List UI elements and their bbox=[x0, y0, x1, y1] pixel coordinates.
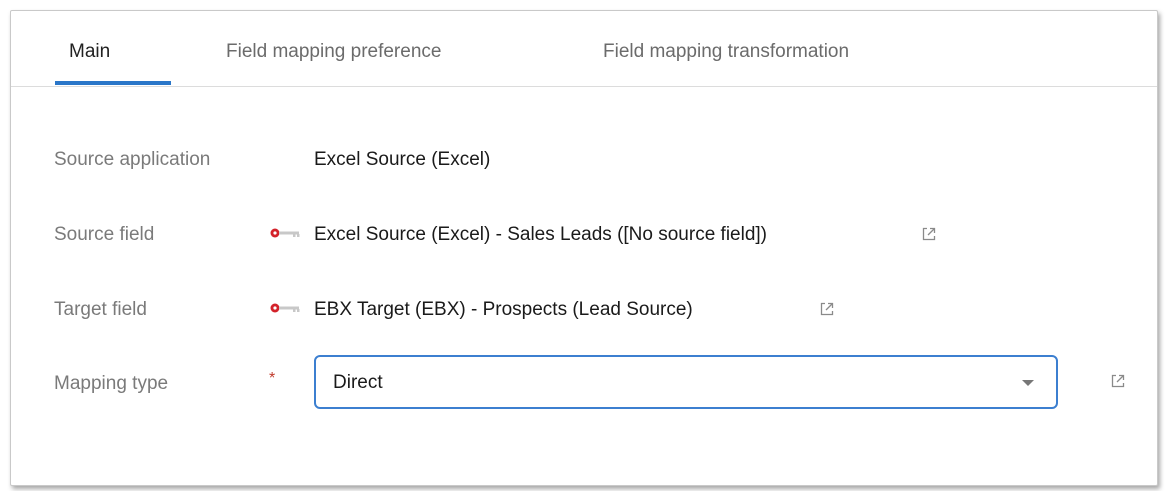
tab-bar: Main Field mapping preference Field mapp… bbox=[11, 11, 1157, 87]
tab-field-mapping-transformation[interactable]: Field mapping transformation bbox=[603, 41, 849, 63]
source-field-value: Excel Source (Excel) - Sales Leads ([No … bbox=[314, 224, 768, 245]
tab-field-mapping-preference[interactable]: Field mapping preference bbox=[226, 41, 441, 63]
mapping-type-select[interactable]: Direct bbox=[314, 355, 1058, 409]
source-application-label: Source application bbox=[54, 149, 211, 170]
target-field-value: EBX Target (EBX) - Prospects (Lead Sourc… bbox=[314, 299, 693, 320]
external-link-icon[interactable] bbox=[819, 301, 835, 317]
source-application-value: Excel Source (Excel) bbox=[314, 149, 491, 170]
field-mapping-panel: Main Field mapping preference Field mapp… bbox=[10, 10, 1158, 486]
key-icon bbox=[270, 228, 300, 238]
mapping-type-selected-value: Direct bbox=[333, 372, 383, 393]
target-field-label: Target field bbox=[54, 299, 147, 320]
tab-main[interactable]: Main bbox=[69, 41, 110, 63]
mapping-type-label: Mapping type bbox=[54, 373, 169, 394]
external-link-icon[interactable] bbox=[1110, 373, 1126, 389]
key-icon bbox=[270, 303, 300, 313]
required-marker: * bbox=[269, 370, 276, 387]
source-field-label: Source field bbox=[54, 224, 155, 245]
active-tab-indicator bbox=[55, 81, 171, 85]
chevron-down-icon[interactable] bbox=[1022, 380, 1034, 386]
external-link-icon[interactable] bbox=[921, 226, 937, 242]
